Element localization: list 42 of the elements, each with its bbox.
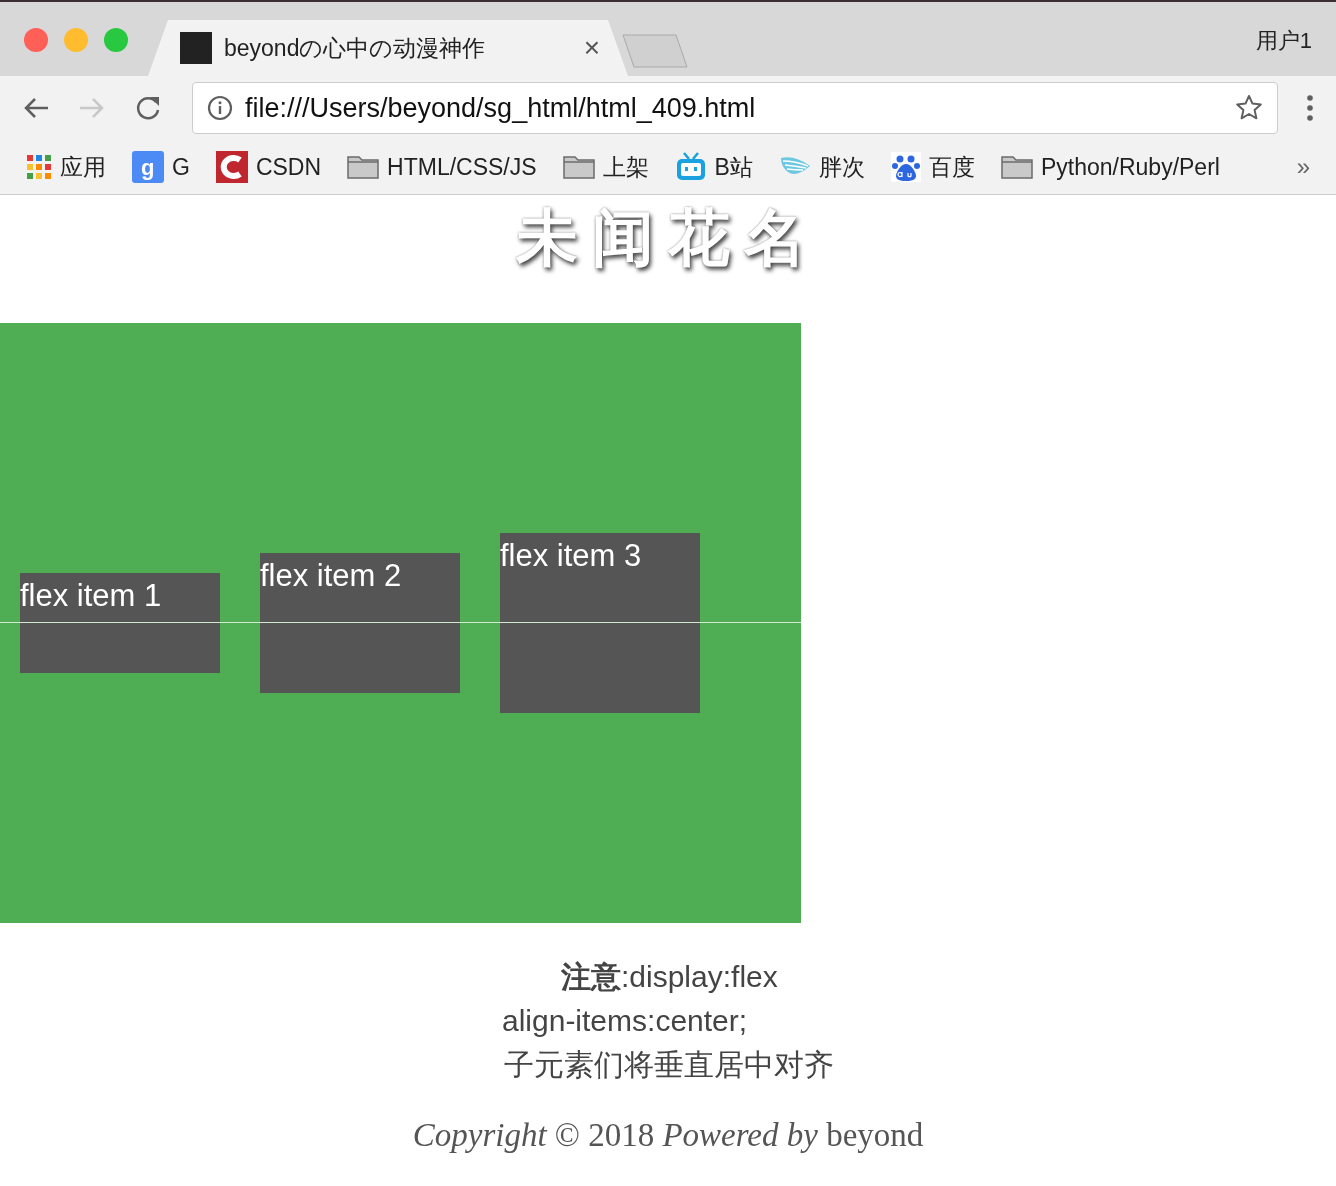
bookmark-item[interactable]: 胖次 [778, 151, 865, 183]
bookmark-item[interactable]: g G [132, 151, 190, 183]
bookmark-item[interactable]: CSDN [215, 151, 322, 183]
bookmark-item[interactable]: B站 [674, 151, 753, 183]
close-tab-button[interactable]: × [583, 32, 600, 64]
paw-icon [890, 152, 921, 182]
folder-icon [562, 155, 595, 179]
close-window-button[interactable] [24, 28, 48, 52]
user-profile-name[interactable]: 用户1 [1255, 26, 1312, 56]
info-icon [207, 95, 233, 121]
g-logo-icon: g [132, 151, 164, 183]
flex-item: flex item 1 [20, 573, 220, 673]
reload-icon[interactable] [134, 94, 162, 122]
bookmark-item[interactable]: 应用 [26, 151, 106, 183]
tv-icon [674, 152, 707, 182]
star-icon[interactable] [1235, 94, 1263, 122]
bookmark-item[interactable]: HTML/CSS/JS [347, 153, 537, 181]
bookmark-item[interactable]: 上架 [562, 151, 649, 183]
folder-icon [1000, 155, 1033, 179]
apps-grid-icon [26, 154, 52, 180]
zoom-window-button[interactable] [104, 28, 128, 52]
note-text: 子元素们将垂直居中对齐 [503, 1046, 834, 1084]
bookmark-item[interactable]: Python/Ruby/Perl [1000, 153, 1220, 181]
page-title: 未闻花名 [516, 203, 820, 273]
back-icon[interactable] [22, 96, 50, 120]
more-bookmarks-button[interactable]: » [1296, 153, 1310, 181]
tab-title: beyondの心中の动漫神作 [224, 33, 487, 63]
note-text: align-items:center; [502, 1003, 748, 1039]
new-tab-button[interactable] [622, 34, 688, 68]
folder-icon [347, 155, 380, 179]
menu-icon[interactable] [1306, 94, 1314, 122]
forward-icon[interactable] [78, 96, 106, 120]
note-text: 注意:display:flex [560, 959, 778, 995]
minimize-window-button[interactable] [64, 28, 88, 52]
flex-item: flex item 2 [260, 553, 460, 693]
flex-item: flex item 3 [500, 533, 700, 713]
bookmark-item[interactable]: 百度 [890, 151, 975, 183]
address-field[interactable]: file:///Users/beyond/sg_html/html_409.html [192, 82, 1278, 134]
browser-tab[interactable]: beyondの心中の动漫神作 × [148, 20, 628, 76]
photo-placeholder [180, 32, 212, 64]
c-logo-icon [215, 151, 248, 183]
copyright-footer: Copyright © 2018 Powered by beyond [412, 1117, 924, 1154]
